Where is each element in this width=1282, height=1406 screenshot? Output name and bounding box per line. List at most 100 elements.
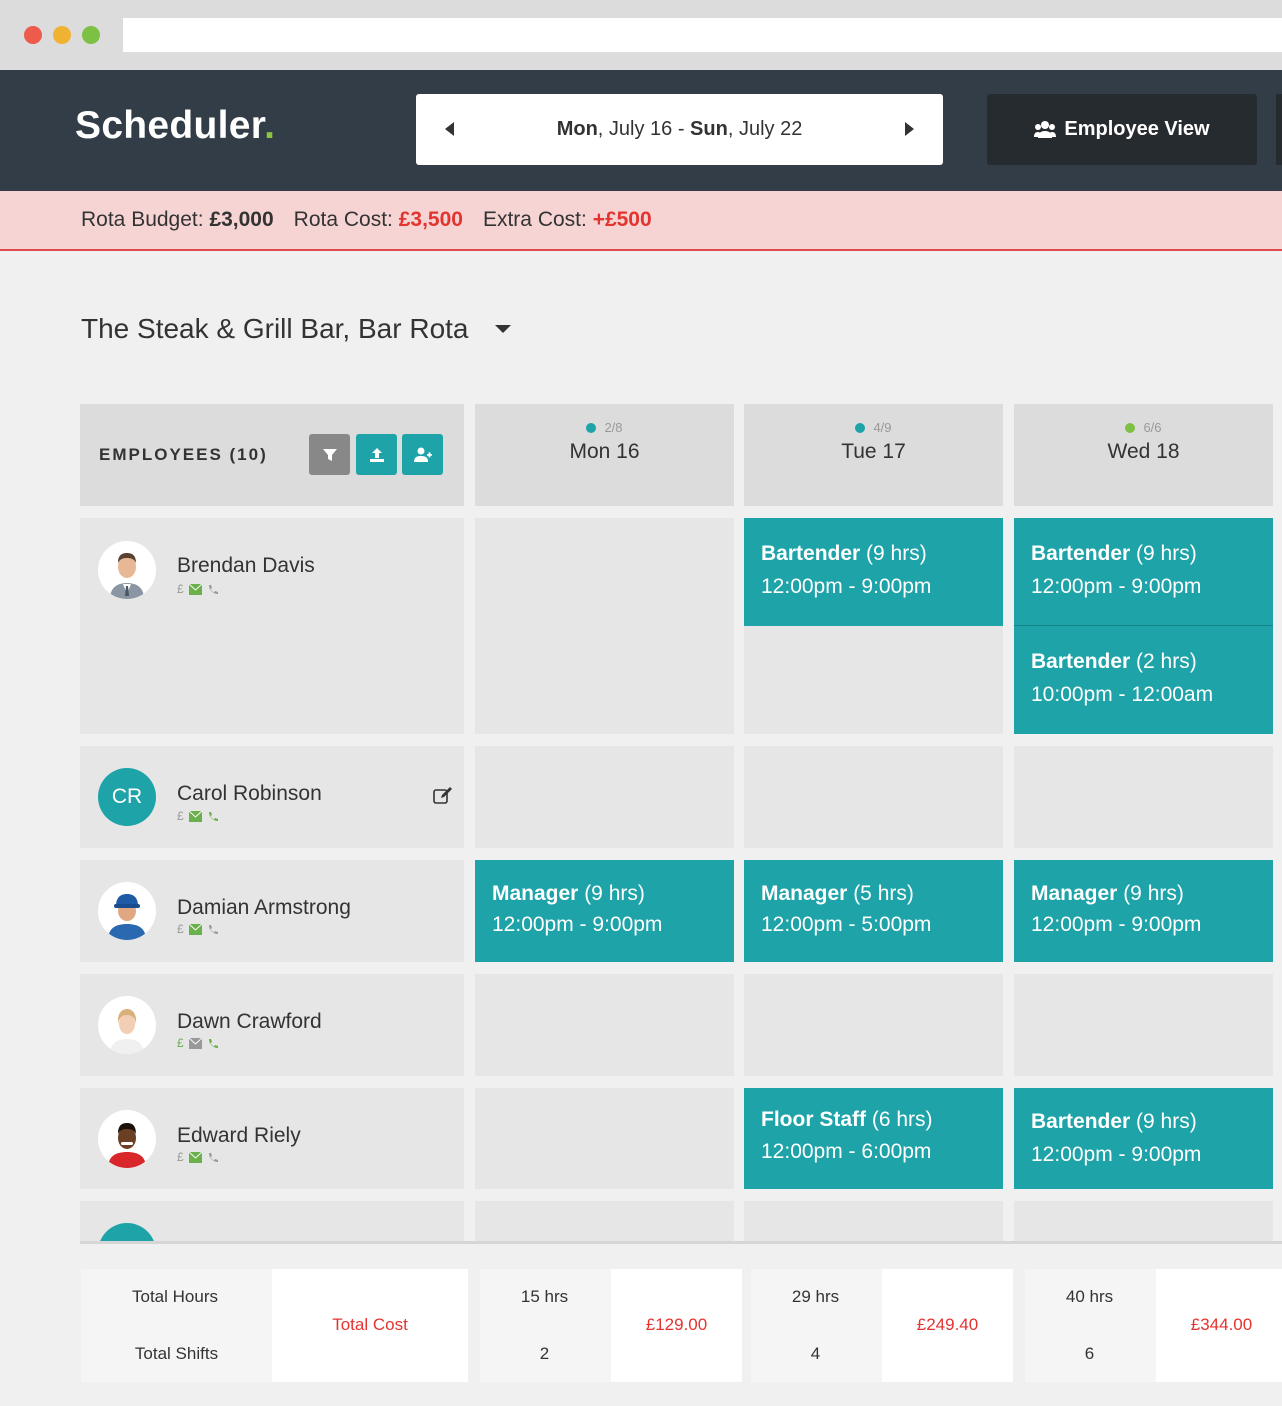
shift-block[interactable]: Bartender (9 hrs) 12:00pm - 9:00pm bbox=[744, 518, 1003, 626]
overflow-button-edge[interactable] bbox=[1276, 94, 1282, 165]
shift-cell-empty[interactable] bbox=[1014, 1201, 1273, 1241]
contact-icons: £ bbox=[177, 582, 220, 596]
employee-row-edward-riely[interactable]: Edward Riely £ bbox=[80, 1088, 464, 1189]
shift-block[interactable]: Manager (9 hrs) 12:00pm - 9:00pm bbox=[475, 860, 734, 962]
shift-block[interactable]: Manager (5 hrs) 12:00pm - 5:00pm bbox=[744, 860, 1003, 962]
shift-cell-empty[interactable] bbox=[475, 1088, 734, 1189]
rota-title: The Steak & Grill Bar, Bar Rota bbox=[81, 313, 469, 344]
day-staffing-status: 6/6 bbox=[1014, 420, 1273, 435]
shift-cell-empty[interactable] bbox=[475, 1201, 734, 1241]
add-employee-button[interactable] bbox=[402, 434, 443, 475]
totals-labels: Total Hours Total Shifts Total Cost bbox=[81, 1269, 468, 1382]
shift-time: 10:00pm - 12:00am bbox=[1031, 683, 1214, 706]
total-hours-label: Total Hours bbox=[132, 1287, 218, 1306]
total-shifts-value: 4 bbox=[810, 1344, 821, 1363]
shift-cell-empty[interactable] bbox=[475, 518, 734, 734]
totals-label-column bbox=[81, 1269, 272, 1382]
rota-cost: Rota Cost: £3,500 bbox=[293, 208, 463, 231]
employee-row-dawn-crawford[interactable]: Dawn Crawford £ bbox=[80, 974, 464, 1076]
rota-budget: Rota Budget: £3,000 bbox=[81, 208, 274, 231]
shift-cell-empty[interactable] bbox=[744, 974, 1003, 1076]
avatar bbox=[98, 541, 156, 599]
upload-button[interactable] bbox=[356, 434, 397, 475]
contact-icons: £ bbox=[177, 1150, 220, 1164]
day-label: Mon 16 bbox=[569, 440, 640, 463]
contact-icons: £ bbox=[177, 809, 220, 823]
shift-role: Bartender (2 hrs) bbox=[1031, 650, 1197, 673]
total-hours-value: 40 hrs bbox=[1065, 1287, 1114, 1306]
previous-week-button[interactable] bbox=[445, 122, 454, 136]
next-week-button[interactable] bbox=[905, 122, 914, 136]
add-user-icon bbox=[413, 447, 432, 462]
day-header-mon: 2/8 Mon 16 bbox=[475, 404, 734, 506]
edit-icon[interactable] bbox=[433, 787, 453, 805]
shift-time: 12:00pm - 9:00pm bbox=[1031, 575, 1202, 598]
email-icon[interactable] bbox=[188, 1151, 202, 1163]
upload-icon bbox=[369, 447, 384, 462]
phone-icon[interactable] bbox=[207, 1038, 220, 1049]
shift-role: Manager (9 hrs) bbox=[492, 882, 645, 905]
shift-cell-empty[interactable] bbox=[1014, 746, 1273, 848]
email-icon[interactable] bbox=[188, 923, 202, 935]
day-label: Tue 17 bbox=[841, 440, 906, 463]
phone-icon[interactable] bbox=[207, 584, 220, 595]
phone-icon[interactable] bbox=[207, 924, 220, 935]
employee-name: Damian Armstrong bbox=[177, 896, 351, 919]
employee-name: Dawn Crawford bbox=[177, 1010, 322, 1033]
phone-icon[interactable] bbox=[207, 1152, 220, 1163]
shift-role: Bartender (9 hrs) bbox=[1031, 542, 1197, 565]
maximize-window-button[interactable] bbox=[82, 26, 100, 44]
email-icon[interactable] bbox=[188, 810, 202, 822]
email-icon[interactable] bbox=[188, 1037, 202, 1049]
caret-down-icon[interactable] bbox=[494, 325, 511, 333]
employee-row-damian-armstrong[interactable]: Damian Armstrong £ bbox=[80, 860, 464, 962]
pound-icon: £ bbox=[177, 1036, 184, 1050]
employee-row-brendan-davis[interactable]: Brendan Davis £ bbox=[80, 518, 464, 734]
phone-icon[interactable] bbox=[207, 811, 220, 822]
status-dot-icon bbox=[1125, 422, 1136, 433]
shift-time: 12:00pm - 9:00pm bbox=[1031, 1143, 1202, 1166]
contact-icons: £ bbox=[177, 922, 220, 936]
shift-block[interactable]: Bartender (2 hrs) 10:00pm - 12:00am bbox=[1014, 626, 1273, 734]
pound-icon: £ bbox=[177, 922, 184, 936]
avatar: CR bbox=[98, 768, 156, 826]
rota-selector[interactable]: The Steak & Grill Bar, Bar Rota bbox=[81, 313, 511, 345]
employee-row-partial[interactable] bbox=[80, 1201, 464, 1241]
total-hours-value: 29 hrs bbox=[791, 1287, 840, 1306]
date-range-picker: Mon, July 16 - Sun, July 22 bbox=[416, 94, 943, 165]
shift-cell-empty[interactable] bbox=[475, 974, 734, 1076]
totals-wed: 40 hrs 6 £344.00 bbox=[1025, 1269, 1282, 1382]
shift-role: Bartender (9 hrs) bbox=[761, 542, 927, 565]
shift-block[interactable]: Bartender (9 hrs) 12:00pm - 9:00pm bbox=[1014, 1088, 1273, 1189]
shift-cell-empty[interactable] bbox=[475, 746, 734, 848]
shift-cell-empty[interactable] bbox=[744, 746, 1003, 848]
employees-count-label: EMPLOYEES (10) bbox=[99, 445, 268, 464]
employee-view-button[interactable]: Employee View bbox=[987, 94, 1257, 165]
contact-icons: £ bbox=[177, 1036, 220, 1050]
total-shifts-value: 2 bbox=[539, 1344, 550, 1363]
shift-block[interactable]: Manager (9 hrs) 12:00pm - 9:00pm bbox=[1014, 860, 1273, 962]
close-window-button[interactable] bbox=[24, 26, 42, 44]
avatar bbox=[98, 882, 156, 940]
totals-mon: 15 hrs 2 £129.00 bbox=[480, 1269, 742, 1382]
shift-cell-empty[interactable] bbox=[744, 1201, 1003, 1241]
total-cost-value: £249.40 bbox=[916, 1315, 979, 1334]
email-icon[interactable] bbox=[188, 583, 202, 595]
minimize-window-button[interactable] bbox=[53, 26, 71, 44]
totals-hours-column bbox=[751, 1269, 882, 1382]
shift-block[interactable]: Bartender (9 hrs) 12:00pm - 9:00pm bbox=[1014, 518, 1273, 625]
address-bar[interactable] bbox=[123, 18, 1282, 52]
employee-row-carol-robinson[interactable]: CR Carol Robinson £ bbox=[80, 746, 464, 848]
day-header-tue: 4/9 Tue 17 bbox=[744, 404, 1003, 506]
shift-block[interactable]: Floor Staff (6 hrs) 12:00pm - 6:00pm bbox=[744, 1088, 1003, 1189]
avatar bbox=[98, 996, 156, 1054]
total-hours-value: 15 hrs bbox=[520, 1287, 569, 1306]
shift-time: 12:00pm - 9:00pm bbox=[1031, 913, 1202, 936]
employee-name: Carol Robinson bbox=[177, 782, 322, 805]
shift-time: 12:00pm - 9:00pm bbox=[492, 913, 663, 936]
pound-icon: £ bbox=[177, 809, 184, 823]
shift-cell-empty[interactable] bbox=[1014, 974, 1273, 1076]
extra-cost: Extra Cost: +£500 bbox=[482, 208, 652, 231]
filter-button[interactable] bbox=[309, 434, 350, 475]
filter-icon bbox=[322, 448, 337, 461]
